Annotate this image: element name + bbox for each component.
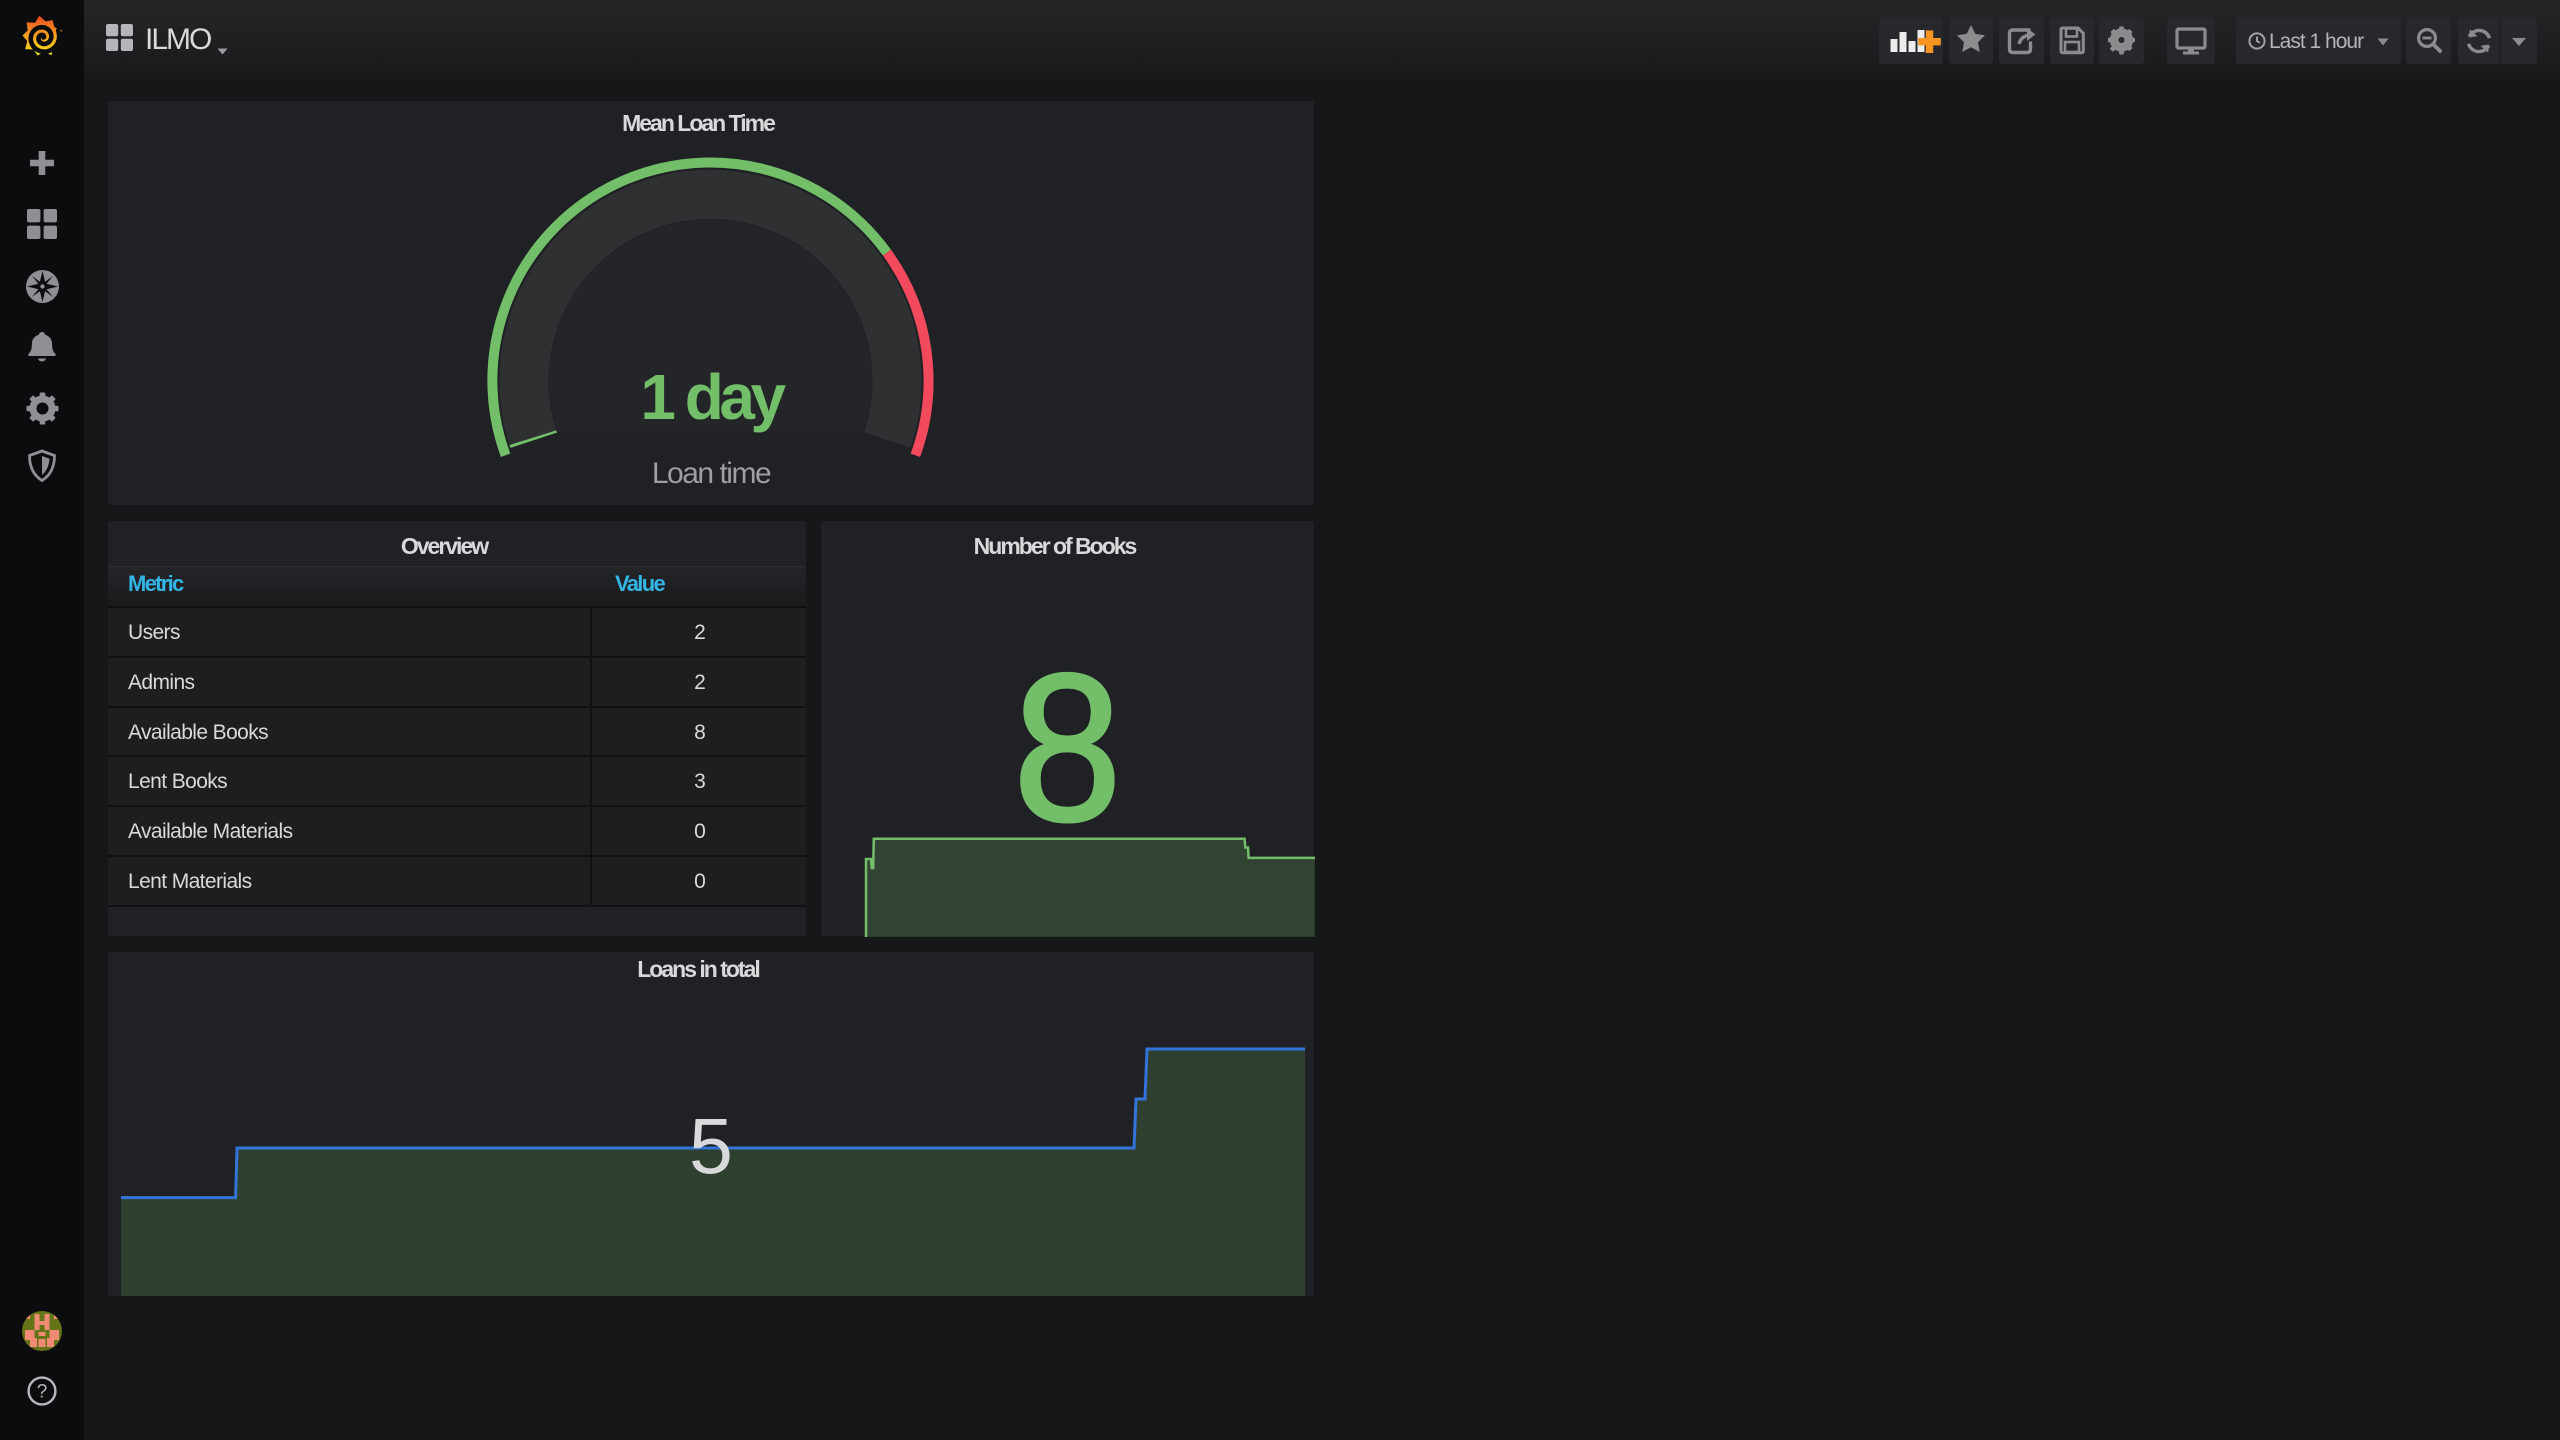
svg-text:?: ? xyxy=(37,1382,48,1403)
